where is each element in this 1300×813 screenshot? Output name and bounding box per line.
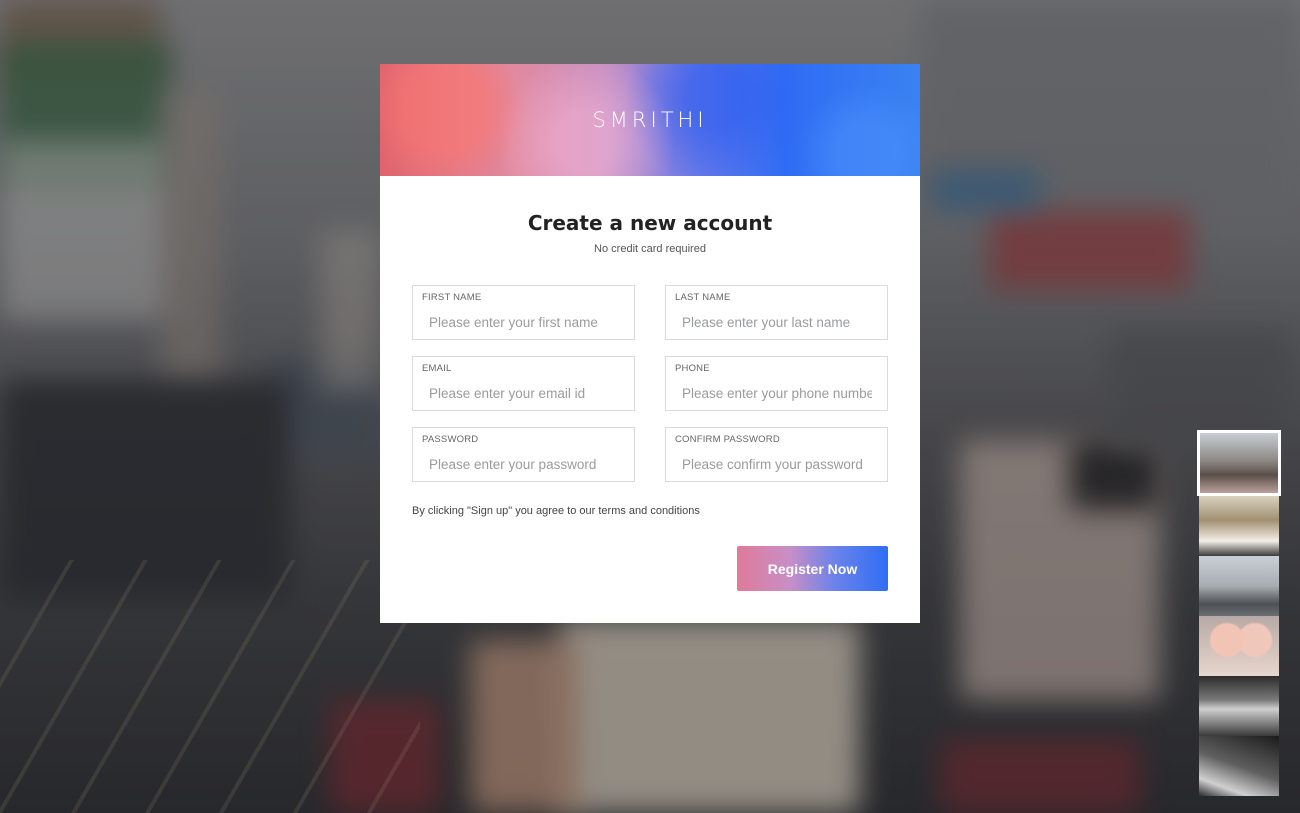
terms-notice: By clicking "Sign up" you agree to our t… <box>412 505 700 517</box>
form-title: Create a new account <box>527 211 773 235</box>
thumbnail-interior-bw[interactable] <box>1199 676 1279 736</box>
thumbnail-street-scene[interactable] <box>1197 430 1281 496</box>
first-name-field: FIRST NAME <box>412 285 635 340</box>
signup-card: SMRITHI Create a new account No credit c… <box>380 64 920 623</box>
brand-logo-text: SMRITHI <box>592 108 708 132</box>
last-name-input[interactable] <box>682 312 872 332</box>
password-input[interactable] <box>429 454 619 474</box>
password-label: PASSWORD <box>422 434 479 445</box>
confirm-password-label: CONFIRM PASSWORD <box>675 434 780 445</box>
email-field: EMAIL <box>412 356 635 411</box>
password-field: PASSWORD <box>412 427 635 482</box>
thumbnail-street-bw[interactable] <box>1199 736 1279 796</box>
email-label: EMAIL <box>422 363 452 374</box>
form-subtitle: No credit card required <box>594 243 706 255</box>
phone-field: PHONE <box>665 356 888 411</box>
last-name-label: LAST NAME <box>675 292 731 303</box>
phone-label: PHONE <box>675 363 710 374</box>
thumbnail-city-skyline[interactable] <box>1199 556 1279 616</box>
first-name-input[interactable] <box>429 312 619 332</box>
card-header-banner: SMRITHI <box>380 64 920 176</box>
confirm-password-field: CONFIRM PASSWORD <box>665 427 888 482</box>
thumbnail-city-street[interactable] <box>1199 496 1279 556</box>
background-thumbnail-strip <box>1197 430 1281 796</box>
confirm-password-input[interactable] <box>682 454 872 474</box>
phone-input[interactable] <box>682 383 872 403</box>
email-input[interactable] <box>429 383 619 403</box>
register-button[interactable]: Register Now <box>737 546 888 591</box>
thumbnail-babies[interactable] <box>1199 616 1279 676</box>
last-name-field: LAST NAME <box>665 285 888 340</box>
first-name-label: FIRST NAME <box>422 292 482 303</box>
